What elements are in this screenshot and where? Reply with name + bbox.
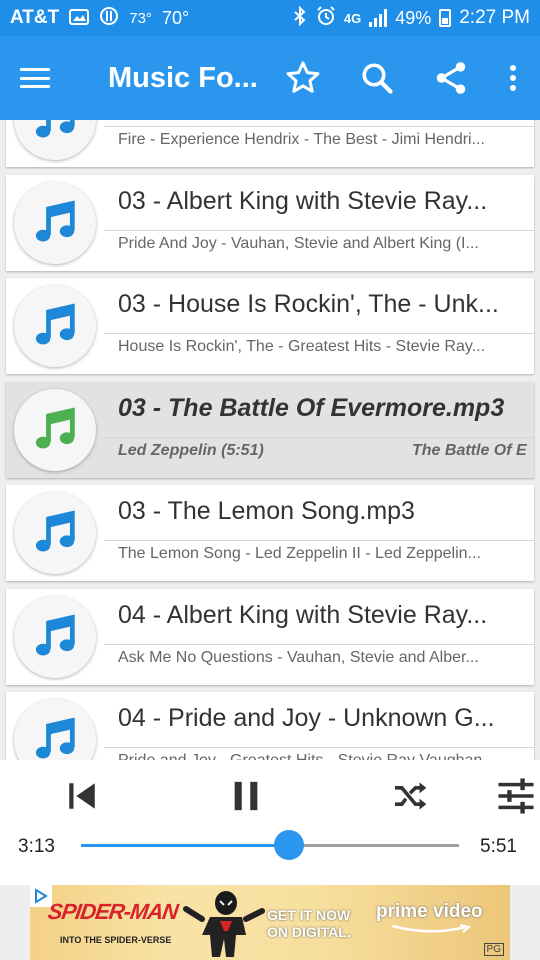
track-title: 03 - House Is Rockin', The - Unk...	[118, 290, 499, 318]
temperature-2: 70°	[161, 7, 190, 28]
hotspot-notification-icon	[99, 6, 119, 30]
track-subtitle: Fire - Experience Hendrix - The Best - J…	[118, 131, 485, 148]
equalizer-icon[interactable]	[492, 772, 540, 820]
music-note-icon	[14, 699, 96, 760]
elapsed-time: 3:13	[18, 836, 55, 857]
ad-cta: GET IT NOW ON DIGITAL.	[267, 907, 351, 940]
network-type-label: 4G	[343, 10, 362, 26]
track-row[interactable]: 03 - The Lemon Song.mp3 The Lemon Song -…	[6, 485, 534, 581]
track-title: 04 - Pride and Joy - Unknown G...	[118, 704, 495, 732]
track-row[interactable]: Fire - Experience Hendrix - The Best - J…	[6, 120, 534, 167]
track-subtitle: Pride and Joy - Greatest Hits - Stevie R…	[118, 752, 520, 760]
ad-brand: prime video	[376, 901, 483, 934]
track-title: 03 - Albert King with Stevie Ray...	[118, 187, 488, 215]
share-icon[interactable]	[432, 59, 470, 97]
track-subtitle-marquee: The Battle Of E	[412, 442, 527, 459]
track-list[interactable]: Fire - Experience Hendrix - The Best - J…	[0, 120, 540, 760]
gallery-notification-icon	[69, 7, 90, 29]
previous-track-icon[interactable]	[58, 772, 106, 820]
track-subtitle: Pride And Joy - Vauhan, Stevie and Alber…	[118, 235, 479, 252]
track-title: 03 - The Lemon Song.mp3	[118, 497, 415, 525]
music-note-icon	[14, 596, 96, 678]
seek-thumb[interactable]	[273, 830, 304, 860]
shuffle-icon[interactable]	[386, 772, 434, 820]
temperature-1: 73°	[129, 9, 152, 27]
music-note-icon	[14, 389, 96, 471]
overflow-menu-icon[interactable]	[506, 59, 520, 97]
battery-icon	[439, 9, 452, 27]
track-row-now-playing[interactable]: 03 - The Battle Of Evermore.mp3 Led Zepp…	[6, 382, 534, 478]
pause-icon[interactable]	[222, 772, 270, 820]
music-note-icon	[14, 492, 96, 574]
app-bar: Music Fo...	[0, 36, 540, 120]
track-subtitle: The Lemon Song - Led Zeppelin II - Led Z…	[118, 545, 481, 562]
bluetooth-icon	[292, 5, 308, 30]
track-row[interactable]: 04 - Pride and Joy - Unknown G... Pride …	[6, 692, 534, 760]
track-subtitle: Ask Me No Questions - Vauhan, Stevie and…	[118, 649, 479, 666]
ad-rating: PG	[483, 943, 504, 956]
battery-percent: 49%	[395, 7, 432, 28]
search-icon[interactable]	[358, 59, 396, 97]
track-subtitle: House Is Rockin', The - Greatest Hits - …	[118, 338, 486, 355]
signal-strength-icon	[369, 9, 388, 27]
seek-bar[interactable]	[81, 830, 459, 860]
menu-icon[interactable]	[20, 68, 50, 88]
alarm-icon	[316, 6, 336, 30]
spider-man-figure-icon	[180, 889, 268, 959]
ad-banner[interactable]: SPIDER-MAN INTO THE SPIDER-VERSE GET IT …	[30, 885, 510, 960]
music-note-icon	[14, 182, 96, 264]
music-note-icon	[14, 285, 96, 367]
music-note-icon	[14, 120, 96, 160]
total-duration: 5:51	[480, 836, 517, 857]
track-row[interactable]: 03 - Albert King with Stevie Ray... Prid…	[6, 175, 534, 271]
seek-progress	[81, 844, 289, 847]
ad-headline: SPIDER-MAN	[46, 899, 180, 924]
carrier-label: AT&T	[10, 7, 60, 28]
track-row[interactable]: 04 - Albert King with Stevie Ray... Ask …	[6, 589, 534, 685]
status-bar: AT&T 73° 70° 4G 49% 2:27 PM	[0, 0, 540, 36]
clock: 2:27 PM	[459, 7, 530, 28]
ad-subline: INTO THE SPIDER-VERSE	[60, 935, 172, 945]
player-controls	[0, 760, 540, 885]
track-row[interactable]: 03 - House Is Rockin', The - Unk... Hous…	[6, 278, 534, 374]
track-title: 03 - The Battle Of Evermore.mp3	[118, 394, 505, 422]
track-subtitle: Led Zeppelin (5:51)	[118, 442, 264, 459]
app-title: Music Fo...	[108, 61, 258, 94]
star-icon[interactable]	[284, 59, 322, 97]
track-title: 04 - Albert King with Stevie Ray...	[118, 601, 488, 629]
